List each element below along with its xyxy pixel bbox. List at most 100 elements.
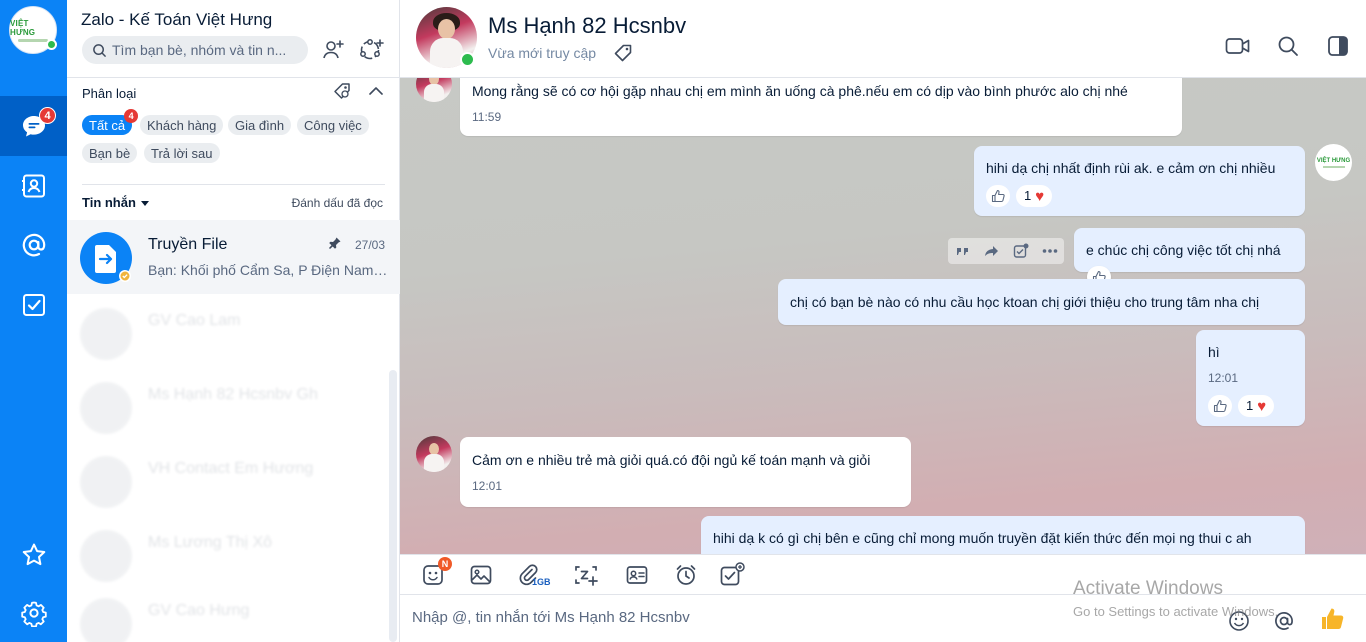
chip-friends[interactable]: Bạn bè <box>82 143 138 163</box>
send-contact-card-button[interactable] <box>622 561 652 589</box>
conversation-preview: Bạn: Khối phố Cẩm Sa, P Điện Nam ... <box>148 262 388 278</box>
conversation-item[interactable]: GV Cao Lam <box>67 296 400 370</box>
reactions: 1 ♥ <box>1208 395 1293 417</box>
search-icon <box>93 43 106 57</box>
tag-icon[interactable] <box>613 43 633 63</box>
mark-read-link[interactable]: Đánh dấu đã đọc <box>292 196 383 210</box>
quote-icon[interactable] <box>955 244 971 258</box>
conversation-item[interactable]: Ms Lương Thị Xô <box>67 518 400 592</box>
attach-size-label: 1GB <box>532 577 551 587</box>
nav-favorites[interactable] <box>0 525 67 585</box>
my-avatar[interactable]: VIỆT HƯNG <box>1315 144 1352 181</box>
sticker-button[interactable]: N <box>418 557 452 589</box>
chip-family[interactable]: Gia đình <box>228 115 292 135</box>
send-image-button[interactable] <box>466 561 496 589</box>
conversation-item[interactable]: Truyền File 27/03 Bạn: Khối phố Cẩm Sa, … <box>67 220 400 294</box>
nav-todo[interactable] <box>0 275 67 335</box>
reminder-button[interactable] <box>671 561 701 589</box>
emoji-button[interactable] <box>1227 609 1251 633</box>
at-sign-icon <box>1275 612 1293 630</box>
gear-icon <box>20 601 47 627</box>
message-bubble[interactable]: Mong rằng sẽ có cơ hội gặp nhau chị em m… <box>460 78 1182 136</box>
screenshot-button[interactable] <box>571 561 601 589</box>
mention-button[interactable] <box>1272 609 1296 633</box>
message-text: Cảm ơn e nhiều trẻ mà giỏi quá.có đội ng… <box>472 452 871 468</box>
file-transfer-icon <box>95 245 131 282</box>
nav-mentions[interactable] <box>0 215 67 275</box>
zalo-app: VIỆT HƯNG 4 Zalo - Kế Toán Việt Hưng Tìm… <box>0 0 1366 642</box>
conversation-item[interactable]: GV Cao Hưng <box>67 586 400 642</box>
heart-icon: ♥ <box>1257 397 1267 415</box>
message-list[interactable]: Mong rằng sẽ có cơ hội gặp nhau chị em m… <box>400 78 1366 554</box>
file-transfer-avatar <box>80 232 132 284</box>
reaction-count-badge[interactable]: 1 ♥ <box>1238 395 1275 417</box>
list-scrollbar[interactable] <box>389 370 397 642</box>
conversation-name: GV Cao Lam <box>148 312 241 329</box>
panel-header: Zalo - Kế Toán Việt Hưng <box>67 0 400 78</box>
message-bubble[interactable]: hì 12:01 1 ♥ <box>1196 330 1305 426</box>
conversation-name: Ms Lương Thị Xô <box>148 534 273 551</box>
reaction-count: 1 <box>1246 398 1254 413</box>
search-chat-button[interactable] <box>1275 33 1301 59</box>
create-group-button[interactable] <box>357 36 385 64</box>
avatar <box>80 308 132 360</box>
contacts-icon <box>21 174 45 198</box>
tag-settings-icon[interactable] <box>333 82 351 100</box>
nav-contacts[interactable] <box>0 156 67 216</box>
like-button[interactable] <box>986 185 1010 207</box>
checkbox-icon <box>22 294 45 316</box>
more-icon[interactable] <box>1042 248 1058 254</box>
my-avatar-logo-underline <box>1322 165 1345 168</box>
nav-settings[interactable] <box>0 583 67 642</box>
divider <box>82 184 385 185</box>
search-box[interactable] <box>82 36 308 64</box>
profile-logo-text: VIỆT HƯNG <box>10 18 36 37</box>
message-text: hì <box>1208 344 1220 360</box>
message-bubble[interactable]: e chúc chị công việc tốt chị nhá <box>1074 228 1305 272</box>
like-button[interactable] <box>1208 395 1232 417</box>
chip-all[interactable]: Tất cả 4 <box>82 109 139 135</box>
chip-work[interactable]: Công việc <box>297 115 369 135</box>
message-bubble[interactable]: hihi dạ chị nhất định rùi ak. e cảm ơn c… <box>974 146 1305 216</box>
nav-rail: VIỆT HƯNG 4 <box>0 0 67 642</box>
assign-task-button[interactable] <box>717 561 747 589</box>
reaction-count-badge[interactable]: 1 ♥ <box>1016 185 1053 207</box>
add-friend-button[interactable] <box>319 36 347 64</box>
search-input[interactable] <box>112 42 302 58</box>
contact-card-icon <box>626 566 648 584</box>
emoji-icon <box>1229 611 1249 631</box>
message-text: Mong rằng sẽ có cơ hội gặp nhau chị em m… <box>472 83 1128 99</box>
message-bubble[interactable]: Cảm ơn e nhiều trẻ mà giỏi quá.có đội ng… <box>460 437 911 507</box>
chip-label: Bạn bè <box>89 145 131 161</box>
add-user-icon <box>323 40 344 59</box>
conversation-item[interactable]: VH Contact Em Hương <box>67 444 400 518</box>
composer-toolbar: N 1GB <box>400 554 1366 595</box>
quick-like-button[interactable] <box>1318 605 1346 633</box>
chip-customers[interactable]: Khách hàng <box>140 115 224 135</box>
contact-status: Vừa mới truy cập <box>488 45 597 61</box>
add-task-icon[interactable] <box>1013 243 1029 259</box>
profile-avatar[interactable]: VIỆT HƯNG <box>9 6 57 54</box>
message-bubble[interactable]: chị có bạn bè nào có nhu cầu học ktoan c… <box>778 279 1305 325</box>
conversation-name: Ms Hạnh 82 Hcsnbv Gh <box>148 386 318 403</box>
message-bubble[interactable]: hihi dạ k có gì chị bên e cũng chỉ mong … <box>701 516 1305 554</box>
attach-file-button[interactable]: 1GB <box>514 561 551 589</box>
messages-filter-dropdown[interactable]: Tin nhắn <box>82 195 150 210</box>
avatar-shirt <box>430 38 463 68</box>
sidebar-toggle-icon <box>1328 36 1348 56</box>
app-title: Zalo - Kế Toán Việt Hưng <box>81 10 273 29</box>
contact-name[interactable]: Ms Hạnh 82 Hcsnbv <box>488 13 686 39</box>
video-call-button[interactable] <box>1225 33 1251 59</box>
reactions: 1 ♥ <box>986 185 1293 207</box>
sender-avatar[interactable] <box>416 78 452 102</box>
sender-avatar[interactable] <box>416 436 452 472</box>
conversation-item[interactable]: Ms Hạnh 82 Hcsnbv Gh <box>67 370 400 444</box>
chip-reply-later[interactable]: Trả lời sau <box>144 143 220 163</box>
chevron-up-icon[interactable] <box>367 82 385 100</box>
message-text: hihi dạ chị nhất định rùi ak. e cảm ơn c… <box>986 160 1276 176</box>
message-input[interactable] <box>412 609 912 626</box>
at-sign-icon <box>22 233 45 257</box>
forward-icon[interactable] <box>984 244 1000 258</box>
toggle-info-panel-button[interactable] <box>1325 33 1351 59</box>
nav-messages[interactable]: 4 <box>0 96 67 156</box>
